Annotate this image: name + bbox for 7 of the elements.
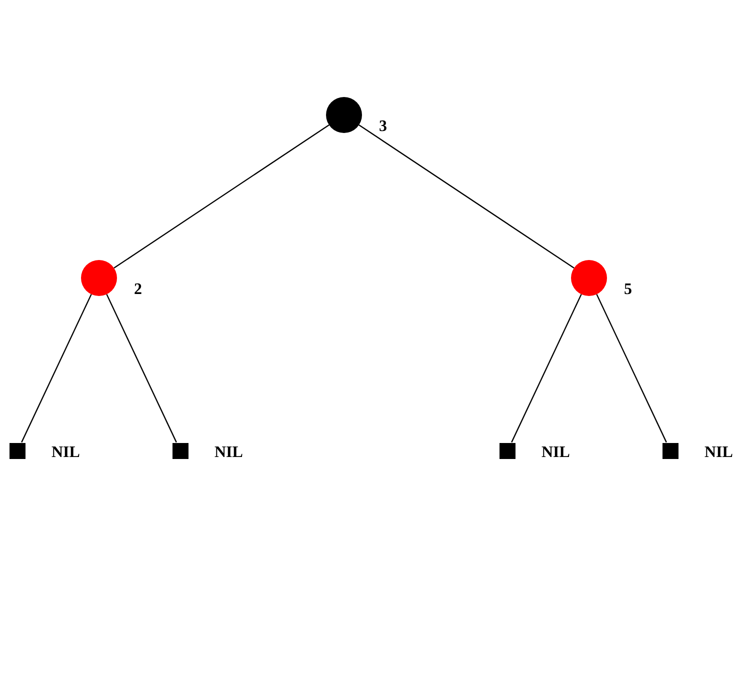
nil-label: NIL bbox=[214, 444, 243, 461]
nil-label: NIL bbox=[704, 444, 733, 461]
nil-label: NIL bbox=[52, 444, 80, 461]
nil-label: NIL bbox=[542, 444, 570, 461]
node-label: 5 bbox=[624, 281, 632, 298]
node-label: 3 bbox=[379, 118, 387, 135]
node-label: 2 bbox=[134, 281, 142, 298]
